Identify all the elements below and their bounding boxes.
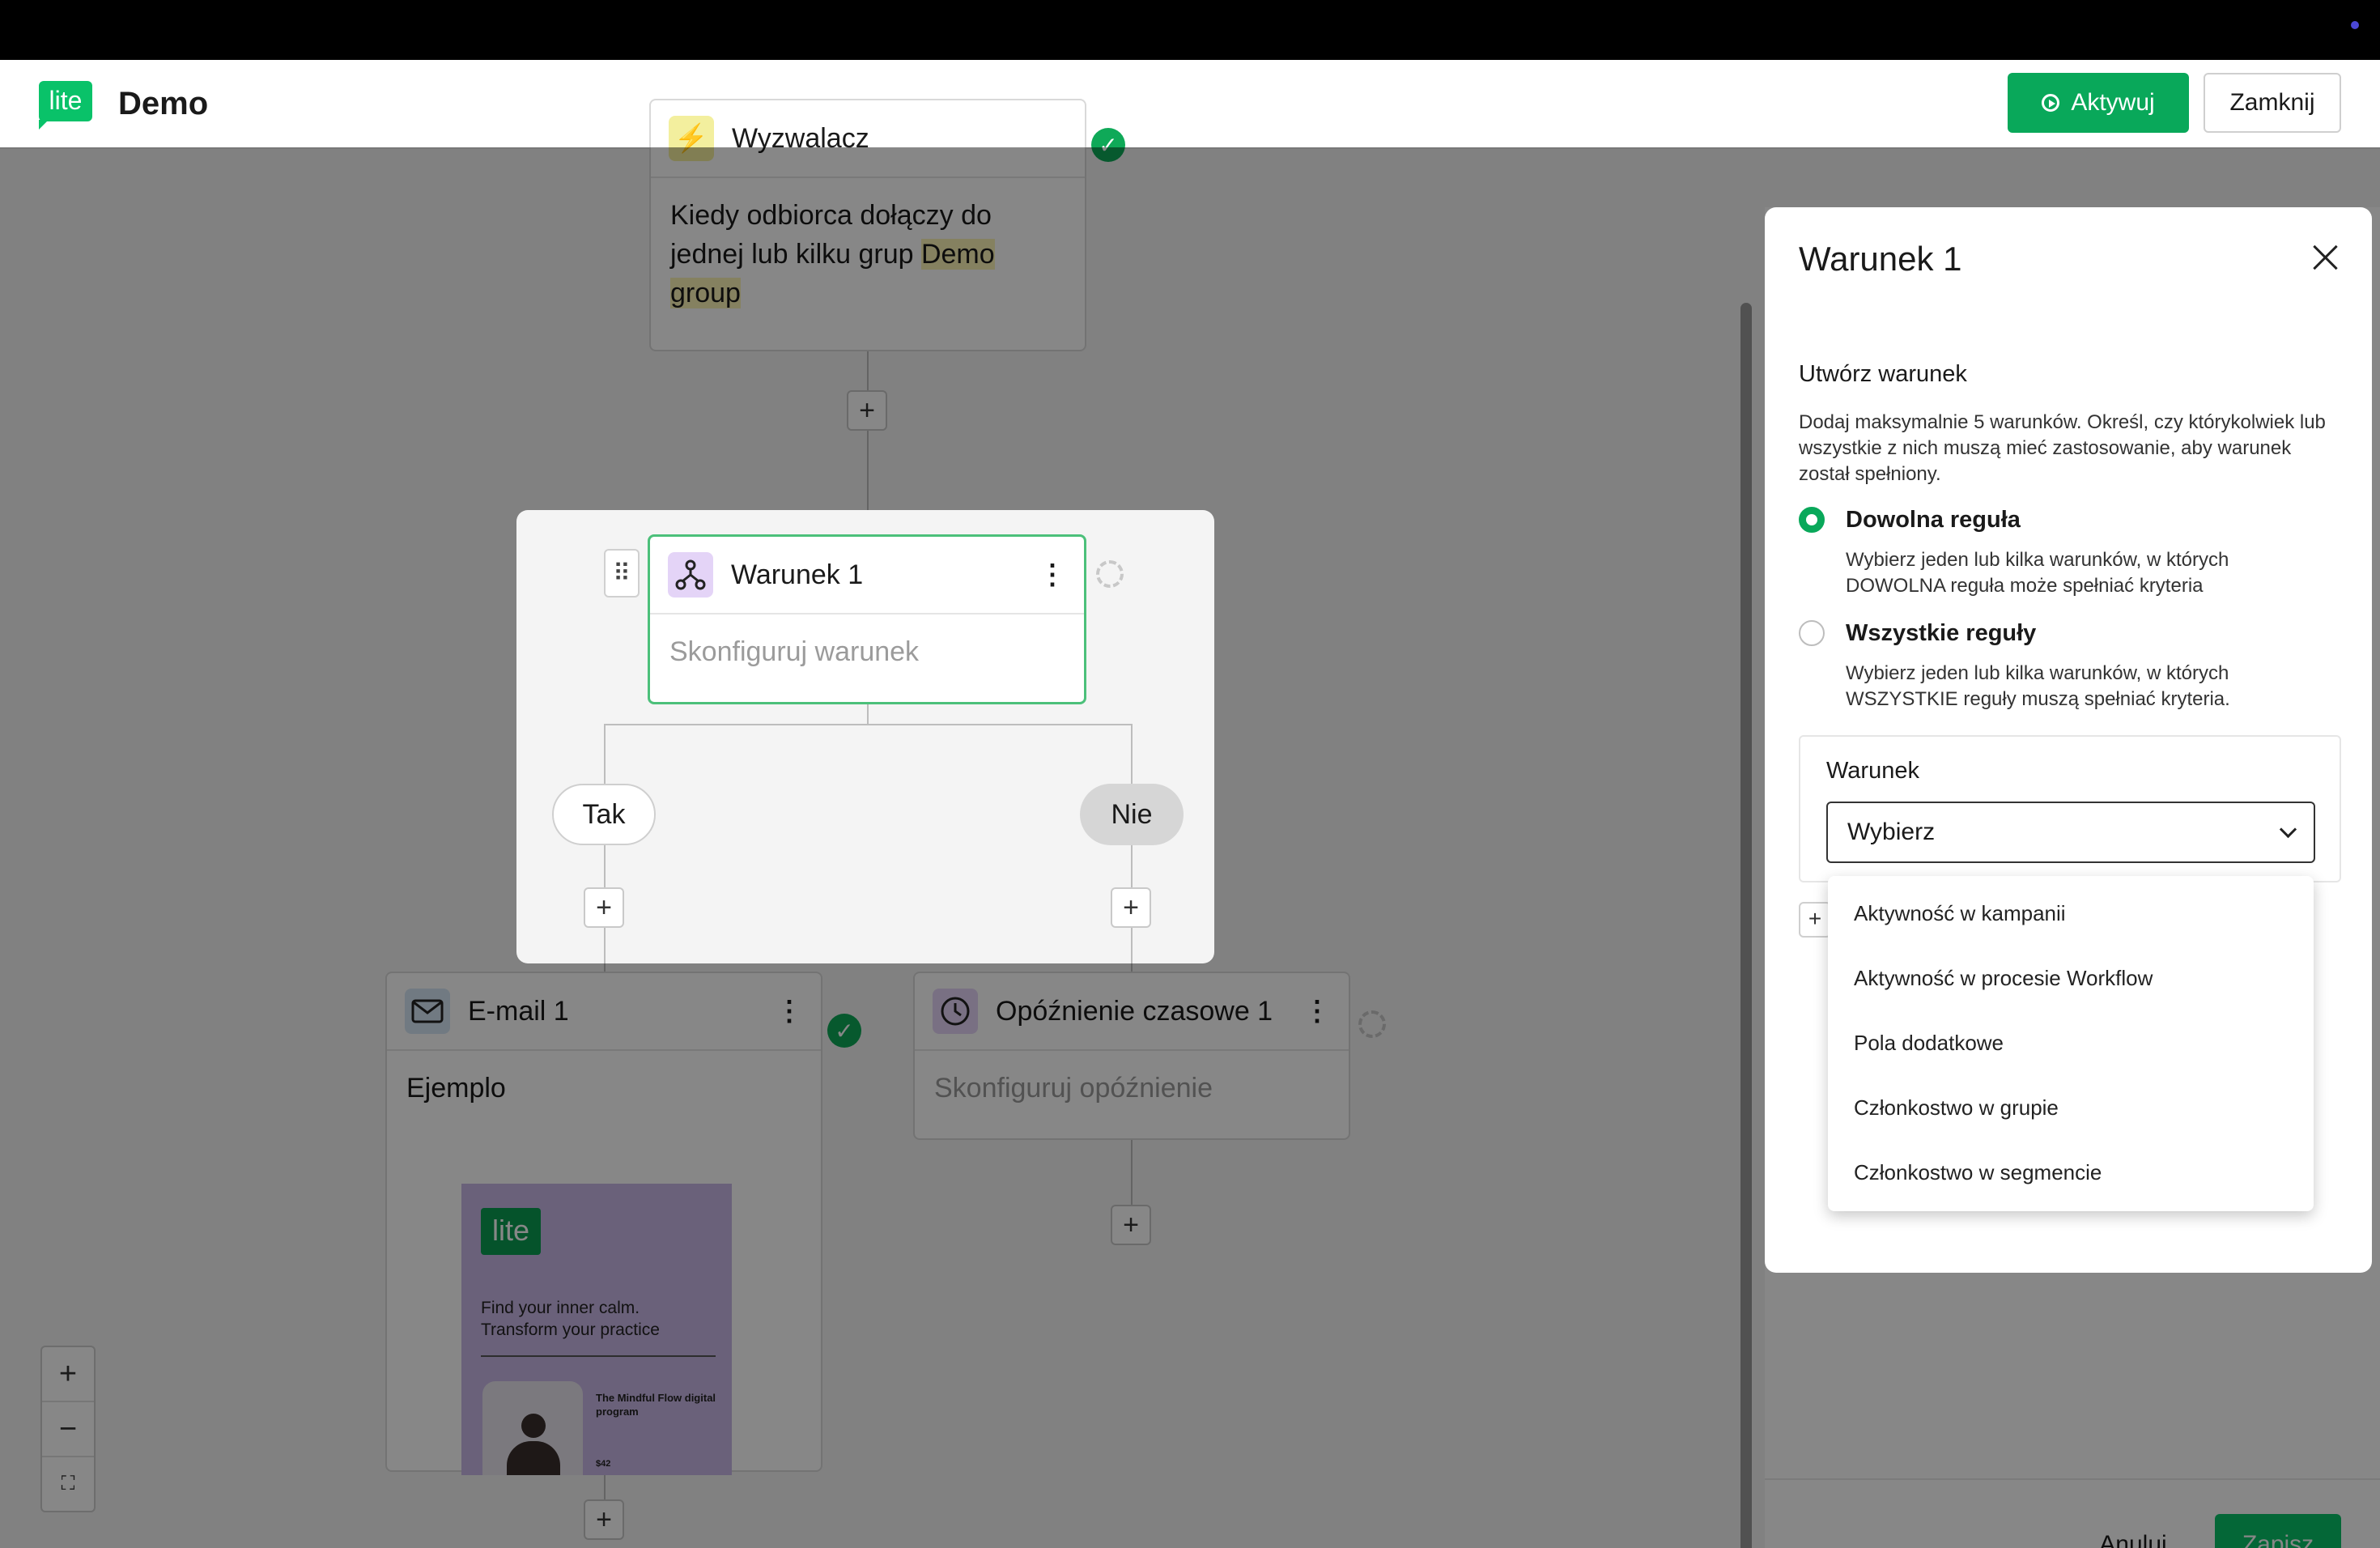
condition-rule-box: Warunek Wybierz [1799, 735, 2341, 882]
dropdown-item-campaign-activity[interactable]: Aktywność w kampanii [1828, 881, 2314, 946]
play-circle-icon [2042, 94, 2060, 112]
dropdown-item-segment-membership[interactable]: Członkostwo w segmencie [1828, 1140, 2314, 1205]
condition-select-value: Wybierz [1847, 819, 1936, 845]
radio-selected-icon[interactable] [1799, 507, 1825, 533]
radio-unselected-icon[interactable] [1799, 620, 1825, 646]
pending-icon [1096, 560, 1124, 588]
workflow-editor: lite Demo Aktywuj Zamknij ⚡ Wyzwalacz Ki… [0, 60, 2380, 1548]
radio-any-rule[interactable]: Dowolna reguła Wybierz jeden lub kilka w… [1799, 504, 2315, 599]
activate-button[interactable]: Aktywuj [2008, 73, 2189, 133]
close-icon[interactable] [2309, 241, 2341, 274]
condition-node[interactable]: Warunek 1 ⋮ Skonfiguruj warunek [648, 534, 1086, 704]
chevron-down-icon [2279, 820, 2297, 838]
connector [604, 724, 1132, 725]
condition-node-placeholder: Skonfiguruj warunek [669, 636, 920, 667]
more-options-icon[interactable]: ⋮ [1039, 561, 1066, 589]
dropdown-item-custom-fields[interactable]: Pola dodatkowe [1828, 1010, 2314, 1075]
branch-icon [668, 552, 713, 598]
section-description: Dodaj maksymalnie 5 warunków. Określ, cz… [1799, 411, 2326, 485]
condition-label: Warunek [1826, 758, 1919, 784]
radio-all-rules[interactable]: Wszystkie reguły Wybierz jeden lub kilka… [1799, 617, 2315, 712]
branch-no-label: Nie [1080, 784, 1184, 845]
condition-dropdown-menu: Aktywność w kampanii Aktywność w procesi… [1828, 876, 2314, 1211]
section-title: Utwórz warunek [1799, 361, 1967, 387]
workflow-title: Demo [118, 86, 209, 121]
focused-condition-area: ⠿ Warunek 1 ⋮ Skonfiguruj warunek Tak Ni… [516, 510, 1214, 963]
branch-yes-label: Tak [552, 784, 656, 845]
activate-label: Aktywuj [2071, 89, 2155, 116]
app-header: lite Demo Aktywuj Zamknij [0, 60, 2380, 149]
radio-any-rule-label: Dowolna reguła [1846, 507, 2021, 533]
add-rule-button[interactable]: + [1799, 902, 1831, 938]
dropdown-item-group-membership[interactable]: Członkostwo w grupie [1828, 1075, 2314, 1140]
add-step-yes-button[interactable]: + [584, 887, 624, 928]
os-top-bar [0, 0, 2380, 60]
dropdown-item-workflow-activity[interactable]: Aktywność w procesie Workflow [1828, 946, 2314, 1010]
condition-node-header: Warunek 1 ⋮ [650, 537, 1084, 615]
radio-all-rules-desc: Wybierz jeden lub kilka warunków, w któr… [1846, 662, 2230, 710]
close-editor-button[interactable]: Zamknij [2204, 73, 2341, 133]
brand-logo: lite [39, 81, 92, 130]
radio-all-rules-label: Wszystkie reguły [1846, 620, 2037, 646]
radio-any-rule-desc: Wybierz jeden lub kilka warunków, w któr… [1846, 549, 2229, 597]
panel-title: Warunek 1 [1799, 240, 1962, 278]
condition-select[interactable]: Wybierz [1826, 802, 2315, 863]
status-dot [2351, 21, 2359, 29]
condition-node-title: Warunek 1 [731, 559, 864, 590]
drag-handle-icon[interactable]: ⠿ [604, 549, 640, 598]
add-step-no-button[interactable]: + [1111, 887, 1151, 928]
